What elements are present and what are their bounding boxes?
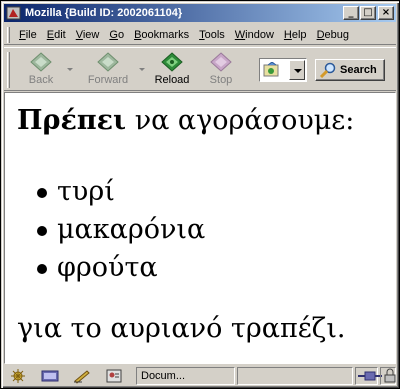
menu-edit[interactable]: Edit bbox=[42, 27, 71, 43]
menu-tools[interactable]: Tools bbox=[194, 27, 230, 43]
menu-file[interactable]: File bbox=[14, 27, 42, 43]
list-item: μακαρόνια bbox=[35, 211, 205, 249]
shopping-list: τυρί μακαρόνια φρούτα bbox=[35, 173, 205, 287]
page-content[interactable]: Πρέπει να αγοράσουμε: τυρί μακαρόνια φρο… bbox=[4, 92, 396, 364]
window-controls: _ □ × bbox=[342, 6, 394, 20]
back-label: Back bbox=[28, 74, 54, 86]
menubar-grip[interactable] bbox=[7, 26, 10, 43]
stop-icon bbox=[209, 52, 233, 72]
minimize-button[interactable]: _ bbox=[343, 6, 359, 20]
search-icon bbox=[319, 62, 337, 79]
bookmark-icon bbox=[263, 61, 281, 78]
back-button[interactable]: Back bbox=[22, 52, 60, 90]
closing-paragraph: για το αυριανό τραπέζι. bbox=[17, 313, 346, 344]
reload-icon bbox=[160, 52, 184, 72]
bullet-icon bbox=[37, 226, 47, 236]
heading-text: να αγοράσουμε: bbox=[126, 105, 355, 136]
navigator-icon[interactable] bbox=[8, 368, 28, 384]
list-item: φρούτα bbox=[35, 249, 205, 287]
search-label: Search bbox=[340, 64, 377, 76]
progress-panel bbox=[237, 367, 353, 385]
reload-button[interactable]: Reload bbox=[152, 52, 192, 90]
menu-debug[interactable]: Debug bbox=[312, 27, 354, 43]
toolbar-grip[interactable] bbox=[7, 52, 10, 88]
title-bar[interactable]: Mozilla {Build ID: 2002061104} _ □ × bbox=[4, 4, 396, 22]
forward-history-dropdown[interactable] bbox=[139, 68, 145, 71]
status-bar: Docum... bbox=[4, 366, 396, 386]
list-item: τυρί bbox=[35, 173, 205, 211]
forward-button[interactable]: Forward bbox=[80, 52, 136, 90]
menu-view[interactable]: View bbox=[71, 27, 105, 43]
mail-icon[interactable] bbox=[40, 368, 60, 384]
back-history-dropdown[interactable] bbox=[67, 68, 73, 71]
navigation-toolbar: Back Forward Reload Stop Search bbox=[4, 47, 396, 91]
menu-bar: File Edit View Go Bookmarks Tools Window… bbox=[4, 25, 396, 45]
maximize-button[interactable]: □ bbox=[360, 6, 376, 20]
stop-label: Stop bbox=[209, 74, 233, 86]
bullet-icon bbox=[37, 264, 47, 274]
address-book-icon[interactable] bbox=[104, 368, 124, 384]
search-button[interactable]: Search bbox=[315, 59, 385, 81]
forward-arrow-icon bbox=[96, 52, 120, 72]
bullet-icon bbox=[37, 188, 47, 198]
menu-bookmarks[interactable]: Bookmarks bbox=[129, 27, 194, 43]
menu-help[interactable]: Help bbox=[279, 27, 312, 43]
sidebar-dropdown[interactable] bbox=[259, 58, 307, 82]
forward-label: Forward bbox=[87, 74, 129, 86]
security-lock-icon[interactable] bbox=[380, 367, 396, 385]
browser-window: Mozilla {Build ID: 2002061104} _ □ × Fil… bbox=[0, 0, 400, 389]
reload-label: Reload bbox=[154, 74, 190, 86]
composer-icon[interactable] bbox=[72, 368, 92, 384]
chevron-down-icon[interactable] bbox=[289, 60, 305, 80]
mozilla-icon bbox=[6, 5, 22, 21]
stop-button[interactable]: Stop bbox=[204, 52, 238, 90]
heading-bold-word: Πρέπει bbox=[17, 105, 127, 136]
back-arrow-icon bbox=[29, 52, 53, 72]
online-status-icon[interactable] bbox=[354, 367, 382, 385]
heading-paragraph: Πρέπει να αγοράσουμε: bbox=[17, 105, 354, 136]
menu-window[interactable]: Window bbox=[230, 27, 279, 43]
window-title: Mozilla {Build ID: 2002061104} bbox=[25, 7, 183, 19]
close-button[interactable]: × bbox=[378, 6, 394, 20]
status-text: Docum... bbox=[136, 367, 236, 385]
menu-go[interactable]: Go bbox=[104, 27, 129, 43]
component-bar bbox=[4, 367, 136, 385]
